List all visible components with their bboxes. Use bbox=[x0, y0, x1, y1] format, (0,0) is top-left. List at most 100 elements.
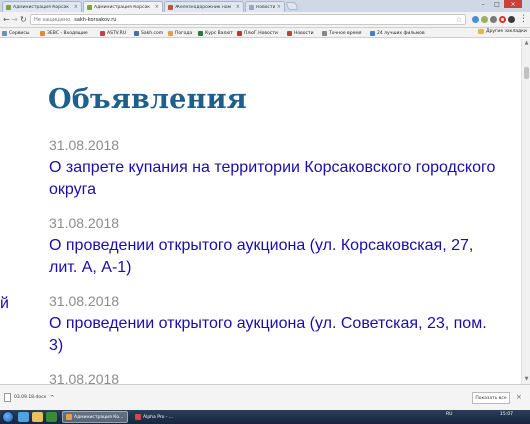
favicon-icon bbox=[168, 30, 173, 36]
browser-tab-active[interactable]: Администрация Корсак × bbox=[83, 1, 163, 12]
favicon-icon bbox=[198, 30, 203, 36]
language-indicator[interactable]: RU bbox=[446, 412, 452, 417]
bookmark-item[interactable]: Sakh.com bbox=[134, 29, 163, 37]
announcement-date: 31.08.2018 bbox=[49, 215, 120, 231]
download-filename: 03.09.18.docx bbox=[14, 395, 47, 400]
favicon-icon bbox=[134, 30, 139, 36]
url-text: sakh-korsakov.ru bbox=[74, 16, 117, 23]
favicon-icon bbox=[237, 30, 242, 36]
maximize-icon[interactable]: □ bbox=[490, 0, 504, 8]
browser-tab[interactable]: Железнодорожник нам × bbox=[164, 1, 244, 12]
site-favicon-icon bbox=[6, 4, 11, 10]
bookmark-services[interactable]: Сервисы bbox=[2, 29, 29, 37]
new-tab-button[interactable] bbox=[285, 2, 299, 10]
announcement-date: 31.08.2018 bbox=[49, 371, 120, 384]
opera-icon[interactable] bbox=[499, 16, 506, 23]
bookmark-label: Sakh.com bbox=[141, 30, 164, 36]
site-favicon-icon bbox=[168, 4, 173, 10]
bookmark-label: ЗЕВС - Входящие bbox=[47, 30, 88, 36]
announcement-link[interactable]: О проведении открытого аукциона (ул. Кор… bbox=[49, 235, 499, 279]
bookmark-label: ASTV.RU bbox=[107, 30, 127, 36]
app-icon bbox=[135, 414, 141, 420]
bookmark-item[interactable]: ЗЕВС - Входящие bbox=[40, 29, 88, 37]
ie-icon[interactable] bbox=[18, 412, 29, 422]
browser-tab[interactable]: Новости × bbox=[245, 1, 285, 12]
page-title: Объявления bbox=[48, 84, 247, 115]
bookmark-label: 24 лучших фильмов bbox=[377, 30, 425, 36]
extension-icon[interactable] bbox=[472, 16, 479, 23]
extension-icon[interactable] bbox=[508, 16, 515, 23]
browser-tab[interactable]: Администрация Корсак × bbox=[2, 1, 82, 12]
clipped-text-fragment: й bbox=[0, 295, 9, 312]
other-bookmarks[interactable]: Другие закладки bbox=[478, 29, 527, 34]
not-secure-label: Не защищено bbox=[34, 16, 71, 23]
bookmark-star-icon[interactable]: ☆ bbox=[456, 16, 462, 24]
scroll-down-icon[interactable]: ▼ bbox=[523, 376, 530, 383]
apps-icon bbox=[2, 30, 7, 36]
bookmark-item[interactable]: Точное время bbox=[322, 29, 361, 37]
announcement-link[interactable]: О проведении открытого аукциона (ул. Сов… bbox=[49, 313, 499, 357]
taskbar-task-browser[interactable]: Администрация Ко... bbox=[62, 411, 128, 423]
tab-title: Железнодорожник нам bbox=[175, 4, 231, 10]
favicon-icon bbox=[40, 30, 45, 36]
tab-title: Новости bbox=[256, 4, 275, 10]
folder-icon bbox=[478, 29, 484, 34]
close-icon[interactable]: × bbox=[74, 4, 78, 10]
media-icon[interactable] bbox=[46, 412, 57, 422]
page-content: й Объявления 31.08.2018 О запрете купани… bbox=[0, 39, 521, 384]
favicon-icon bbox=[370, 30, 375, 36]
address-bar[interactable]: Не защищено sakh-korsakov.ru ☆ bbox=[30, 14, 466, 25]
announcement-item: 31.08.2018 О запрете купания на территор… bbox=[49, 137, 499, 201]
bookmark-item[interactable]: Курс Валют bbox=[198, 29, 233, 37]
bookmark-item[interactable]: ПлюГ.Новости bbox=[237, 29, 278, 37]
forward-arrow-icon[interactable]: → bbox=[11, 15, 18, 24]
bookmark-label: Новости bbox=[294, 30, 314, 36]
tab-title: Администрация Корсак bbox=[94, 4, 150, 10]
task-label: Администрация Ко... bbox=[74, 414, 124, 420]
bookmark-item[interactable]: Погода bbox=[168, 29, 192, 37]
favicon-icon bbox=[322, 30, 327, 36]
tab-strip: Администрация Корсак × Администрация Кор… bbox=[0, 0, 530, 12]
favicon-icon bbox=[287, 30, 292, 36]
start-button[interactable] bbox=[2, 411, 14, 423]
bookmark-label: Курс Валют bbox=[205, 30, 233, 36]
clock[interactable]: 15:07 bbox=[500, 412, 513, 417]
page-icon bbox=[249, 4, 254, 10]
taskbar-task-app[interactable]: Alpha Pro - ... bbox=[132, 411, 192, 423]
browser-toolbar: ← → ↻ Не защищено sakh-korsakov.ru ☆ ⋮ bbox=[0, 12, 530, 28]
bookmark-item[interactable]: ASTV.RU bbox=[100, 29, 126, 37]
windows-taskbar: Администрация Ко... Alpha Pro - ... RU 1… bbox=[0, 410, 530, 424]
menu-dots-icon[interactable]: ⋮ bbox=[519, 14, 528, 24]
close-icon[interactable]: × bbox=[236, 4, 240, 10]
other-bookmarks-label: Другие закладки bbox=[486, 29, 527, 34]
close-icon[interactable]: × bbox=[516, 393, 522, 401]
chevron-up-icon[interactable]: ^ bbox=[50, 395, 54, 401]
close-icon[interactable]: × bbox=[277, 4, 281, 10]
close-window-icon[interactable]: × bbox=[504, 0, 522, 8]
back-arrow-icon[interactable]: ← bbox=[3, 15, 10, 24]
scrollbar-thumb[interactable] bbox=[524, 67, 529, 79]
minimize-icon[interactable]: – bbox=[476, 0, 490, 8]
bookmark-item[interactable]: 24 лучших фильмов bbox=[370, 29, 425, 37]
bookmark-label: ПлюГ.Новости bbox=[244, 30, 278, 36]
download-item[interactable]: 03.09.18.docx ^ bbox=[4, 391, 62, 404]
download-bar: 03.09.18.docx ^ Показать все × bbox=[0, 384, 530, 410]
reload-icon[interactable]: ↻ bbox=[20, 15, 27, 24]
scroll-up-icon[interactable]: ▲ bbox=[523, 40, 530, 47]
bookmark-label: Сервисы bbox=[9, 30, 30, 36]
bookmark-item[interactable]: Новости bbox=[287, 29, 314, 37]
announcement-item: 31.08.2018 О проведении открытого аукцио… bbox=[49, 293, 499, 357]
extension-icon[interactable] bbox=[481, 16, 488, 23]
announcement-item: 31.08.2018 О проведении открытого аукцио… bbox=[49, 215, 499, 279]
folder-icon[interactable] bbox=[32, 412, 43, 422]
announcement-link[interactable]: О запрете купания на территории Корсаков… bbox=[49, 157, 499, 201]
tab-title: Администрация Корсак bbox=[13, 4, 69, 10]
favicon-icon bbox=[100, 30, 105, 36]
vertical-scrollbar[interactable]: ▲ ▼ bbox=[521, 39, 530, 384]
task-label: Alpha Pro - ... bbox=[143, 414, 174, 420]
announcement-date: 31.08.2018 bbox=[49, 137, 120, 153]
extension-icon[interactable] bbox=[490, 16, 497, 23]
bookmark-label: Точное время bbox=[329, 30, 362, 36]
close-icon[interactable]: × bbox=[155, 4, 159, 10]
show-all-downloads-button[interactable]: Показать все bbox=[472, 392, 510, 404]
